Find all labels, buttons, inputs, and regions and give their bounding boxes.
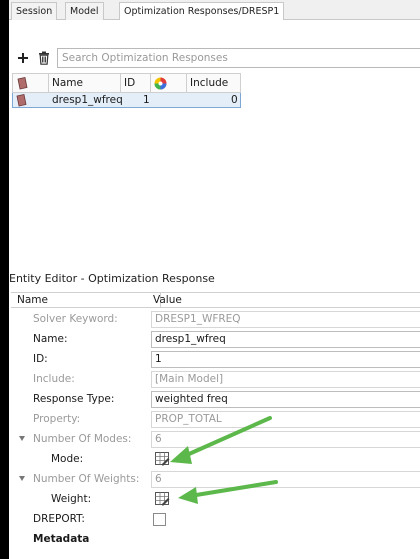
plus-icon[interactable] bbox=[15, 49, 31, 67]
prop-label: Response Type: bbox=[33, 393, 115, 405]
row-id: 1 bbox=[143, 94, 150, 106]
tab-optimization-responses[interactable]: Optimization Responses/DRESP1 bbox=[119, 2, 285, 21]
trash-icon[interactable] bbox=[36, 49, 52, 67]
row-name: dresp1_wfreq bbox=[52, 94, 123, 106]
table-header: Name ID Include bbox=[12, 73, 241, 93]
header-name[interactable]: Name bbox=[49, 74, 121, 93]
responses-table: Name ID Include dresp1_wfreq 1 0 bbox=[12, 73, 241, 108]
prop-value: 6 bbox=[151, 431, 420, 448]
prop-id: ID: 1 bbox=[11, 349, 420, 369]
browser-pane: Search Optimization Responses Name ID In… bbox=[9, 20, 420, 264]
tab-bar: Session Model Optimization Responses/DRE… bbox=[9, 0, 420, 21]
prop-label: Name: bbox=[33, 333, 68, 345]
prop-weight: Weight: bbox=[11, 489, 420, 509]
header-value-label: Value bbox=[153, 294, 182, 306]
chevron-down-icon[interactable] bbox=[19, 476, 25, 481]
header-color[interactable] bbox=[151, 74, 187, 93]
prop-response-type: Response Type: weighted freq bbox=[11, 389, 420, 409]
section-label: Metadata bbox=[33, 533, 90, 545]
prop-dreport: DREPORT: bbox=[11, 509, 420, 529]
table-editor-icon[interactable] bbox=[155, 492, 170, 506]
prop-include: Include: [Main Model] bbox=[11, 369, 420, 389]
prop-label: Weight: bbox=[51, 493, 92, 505]
prop-number-of-modes: Number Of Modes: 6 bbox=[11, 429, 420, 449]
chevron-down-icon[interactable] bbox=[19, 436, 25, 441]
header-icon-column[interactable] bbox=[13, 74, 49, 93]
prop-number-of-weights: Number Of Weights: 6 bbox=[11, 469, 420, 489]
header-include[interactable]: Include bbox=[187, 74, 241, 93]
tab-model[interactable]: Model bbox=[65, 2, 104, 20]
prop-value: DRESP1_WFREQ bbox=[151, 311, 420, 328]
dreport-checkbox[interactable] bbox=[153, 513, 166, 526]
prop-value: PROP_TOTAL bbox=[151, 411, 420, 428]
prop-label: Include: bbox=[33, 373, 75, 385]
table-editor-icon[interactable] bbox=[155, 452, 170, 466]
prop-label: ID: bbox=[33, 353, 48, 365]
search-input[interactable]: Search Optimization Responses bbox=[57, 48, 420, 68]
prop-value: [Main Model] bbox=[151, 371, 420, 388]
prop-label: Number Of Modes: bbox=[33, 433, 132, 445]
response-icon bbox=[16, 94, 27, 108]
entity-editor-header: Name Value bbox=[11, 292, 420, 308]
prop-label: DREPORT: bbox=[33, 513, 85, 525]
name-field[interactable]: dresp1_wfreq bbox=[151, 331, 420, 348]
prop-name: Name: dresp1_wfreq bbox=[11, 329, 420, 349]
prop-label: Solver Keyword: bbox=[33, 313, 118, 325]
tab-session[interactable]: Session bbox=[11, 2, 58, 20]
entity-editor-title: Entity Editor - Optimization Response bbox=[9, 272, 215, 285]
header-name-label: Name bbox=[17, 294, 48, 306]
prop-mode: Mode: bbox=[11, 449, 420, 469]
browser-toolbar: Search Optimization Responses bbox=[9, 47, 420, 69]
prop-label: Mode: bbox=[51, 453, 84, 465]
section-metadata[interactable]: Metadata bbox=[11, 529, 420, 549]
header-id[interactable]: ID bbox=[121, 74, 151, 93]
prop-property: Property: PROP_TOTAL bbox=[11, 409, 420, 429]
row-include: 0 bbox=[231, 94, 238, 106]
id-field[interactable]: 1 bbox=[151, 351, 420, 368]
prop-label: Number Of Weights: bbox=[33, 473, 140, 485]
prop-solver-keyword: Solver Keyword: DRESP1_WFREQ bbox=[11, 309, 420, 329]
table-row[interactable]: dresp1_wfreq 1 0 bbox=[12, 93, 241, 108]
prop-label: Property: bbox=[33, 413, 81, 425]
prop-value: 6 bbox=[151, 471, 420, 488]
response-type-field[interactable]: weighted freq bbox=[151, 391, 420, 408]
left-edge-strip bbox=[0, 0, 9, 559]
